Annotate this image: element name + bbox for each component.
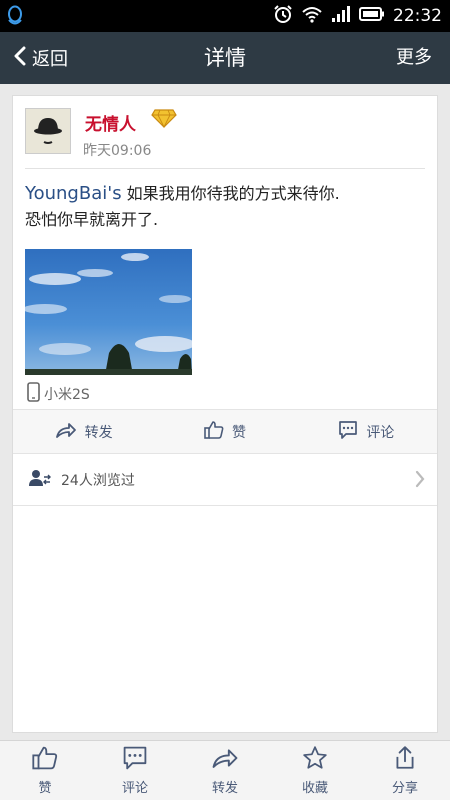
post-time: 昨天09:06 bbox=[83, 143, 152, 159]
bottom-favorite-button[interactable]: 收藏 bbox=[270, 741, 360, 800]
back-button[interactable]: 返回 bbox=[14, 32, 68, 84]
phone-icon bbox=[27, 382, 40, 406]
post-image[interactable] bbox=[25, 249, 192, 375]
back-label: 返回 bbox=[32, 49, 68, 70]
device-info: 小米2S bbox=[27, 382, 90, 406]
comment-icon bbox=[122, 745, 148, 775]
bottom-toolbar: 赞 评论 转发 收藏 分享 bbox=[0, 740, 450, 800]
viewers-label: 24人浏览过 bbox=[61, 472, 135, 489]
star-icon bbox=[302, 745, 328, 775]
battery-icon bbox=[359, 6, 385, 26]
wifi-icon bbox=[301, 5, 323, 27]
share-icon bbox=[392, 745, 418, 775]
repost-label: 转发 bbox=[84, 424, 113, 441]
more-button[interactable]: 更多 bbox=[396, 32, 432, 84]
nav-bar: 返回 详情 更多 bbox=[0, 32, 450, 84]
post-text: YoungBai's 如果我用你待我的方式来待你. 恐怕你早就离开了. bbox=[25, 181, 425, 233]
bottom-favorite-label: 收藏 bbox=[301, 781, 328, 796]
status-bar: 22:32 bbox=[0, 0, 450, 32]
bottom-repost-button[interactable]: 转发 bbox=[180, 741, 270, 800]
post-text-line2: 恐怕你早就离开了. bbox=[25, 210, 159, 229]
vip-badge-icon bbox=[151, 108, 177, 132]
bottom-like-label: 赞 bbox=[38, 781, 52, 796]
viewers-icon bbox=[29, 469, 51, 491]
bottom-comment-label: 评论 bbox=[121, 781, 148, 796]
repost-button[interactable]: 转发 bbox=[13, 410, 154, 453]
repost-icon bbox=[211, 745, 239, 775]
divider bbox=[25, 168, 425, 169]
bottom-share-button[interactable]: 分享 bbox=[360, 741, 450, 800]
status-time: 22:32 bbox=[393, 6, 442, 26]
signal-icon bbox=[331, 5, 351, 27]
repost-icon bbox=[55, 421, 77, 443]
avatar[interactable] bbox=[25, 108, 71, 154]
chevron-right-icon bbox=[415, 470, 425, 492]
device-label: 小米2S bbox=[44, 387, 90, 403]
chevron-left-icon bbox=[14, 46, 26, 70]
like-button[interactable]: 赞 bbox=[154, 410, 295, 453]
post-card: 无情人 昨天09:06 YoungBai's 如果我用你待我的方式来待你. 恐怕… bbox=[12, 95, 438, 733]
thumbs-up-icon bbox=[204, 420, 224, 444]
bottom-share-label: 分享 bbox=[391, 781, 418, 796]
username[interactable]: 无情人 bbox=[85, 110, 136, 135]
comment-button[interactable]: 评论 bbox=[296, 410, 437, 453]
thumbs-up-icon bbox=[32, 745, 58, 775]
comment-icon bbox=[338, 420, 358, 444]
comment-label: 评论 bbox=[366, 424, 395, 441]
post-action-bar: 转发 赞 评论 bbox=[13, 409, 437, 454]
bottom-like-button[interactable]: 赞 bbox=[0, 741, 90, 800]
post-author-tag[interactable]: YoungBai's bbox=[25, 183, 122, 204]
like-label: 赞 bbox=[231, 424, 246, 441]
bottom-comment-button[interactable]: 评论 bbox=[90, 741, 180, 800]
viewers-row[interactable]: 24人浏览过 bbox=[13, 454, 437, 506]
alarm-icon bbox=[273, 4, 293, 28]
bottom-repost-label: 转发 bbox=[211, 781, 238, 796]
qq-icon bbox=[6, 5, 24, 31]
post-text-line1: 如果我用你待我的方式来待你. bbox=[126, 184, 340, 203]
